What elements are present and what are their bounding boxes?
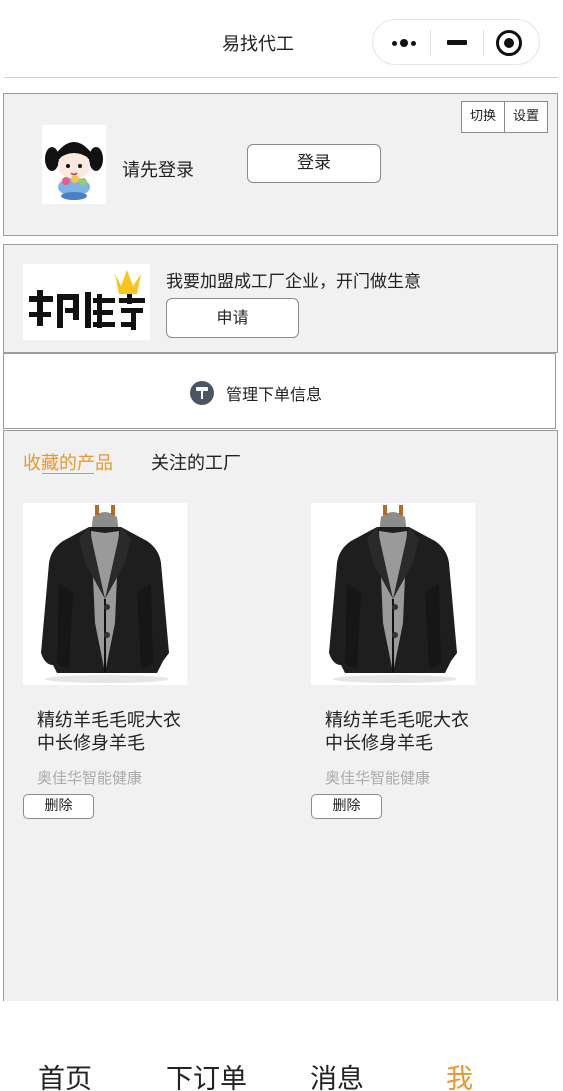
delete-button[interactable]: 删除 bbox=[23, 794, 94, 819]
login-button[interactable]: 登录 bbox=[247, 144, 381, 183]
special-recommend-image bbox=[23, 264, 150, 340]
settings-button[interactable]: 设置 bbox=[504, 102, 548, 132]
product-name[interactable]: 精纺羊毛毛呢大衣中长修身羊毛 bbox=[325, 709, 485, 755]
product-card[interactable]: 精纺羊毛毛呢大衣中长修身羊毛 奥佳华智能健康 删除 bbox=[311, 503, 511, 823]
join-factory-card: 我要加盟成工厂企业，开门做生意 申请 bbox=[3, 244, 558, 353]
target-close-icon[interactable] bbox=[496, 30, 522, 56]
coat-image bbox=[311, 503, 475, 685]
capsule-divider bbox=[483, 30, 484, 56]
apply-button[interactable]: 申请 bbox=[166, 298, 299, 338]
login-prompt: 请先登录 bbox=[122, 160, 194, 181]
crown-badge-icon bbox=[23, 264, 150, 340]
tab-followed-factories[interactable]: 关注的工厂 bbox=[151, 449, 241, 475]
tab-favorite-products[interactable]: 收藏的产品 bbox=[23, 449, 113, 475]
manage-order-info-entry[interactable]: 管理下单信息 bbox=[190, 380, 322, 406]
cartoon-girl-icon bbox=[42, 125, 106, 204]
product-card[interactable]: 精纺羊毛毛呢大衣中长修身羊毛 奥佳华智能健康 删除 bbox=[23, 503, 223, 823]
product-image[interactable] bbox=[23, 503, 187, 685]
tabbar-item-home[interactable]: 首页 bbox=[38, 1057, 92, 1091]
navbar-divider bbox=[4, 77, 558, 78]
avatar bbox=[42, 125, 106, 204]
pin-icon bbox=[190, 381, 214, 405]
switch-button[interactable]: 切换 bbox=[462, 102, 505, 132]
product-shop: 奥佳华智能健康 bbox=[325, 769, 431, 787]
tab-label: 关注的工厂 bbox=[151, 453, 241, 474]
tabbar-item-messages[interactable]: 消息 bbox=[310, 1057, 364, 1091]
more-dots-icon[interactable] bbox=[389, 32, 419, 54]
bottom-tabbar: 首页 下订单 消息 我 bbox=[0, 1001, 563, 1091]
top-navbar: 易找代工 bbox=[0, 0, 563, 79]
account-tools: 切换 设置 bbox=[461, 101, 549, 133]
manage-order-info-label: 管理下单信息 bbox=[226, 385, 323, 404]
join-factory-text: 我要加盟成工厂企业，开门做生意 bbox=[166, 272, 421, 292]
active-tab-underline bbox=[42, 473, 94, 474]
favorites-section: 收藏的产品 关注的工厂 精纺羊毛毛呢大衣中长修身羊毛 奥佳华智能健康 删除 精纺… bbox=[3, 430, 558, 1001]
coat-image bbox=[23, 503, 187, 685]
manage-order-info-row[interactable]: 管理下单信息 bbox=[3, 353, 556, 429]
tab-label: 收藏的产品 bbox=[23, 453, 113, 474]
product-shop: 奥佳华智能健康 bbox=[37, 769, 143, 787]
delete-button[interactable]: 删除 bbox=[311, 794, 382, 819]
mini-program-capsule bbox=[372, 19, 540, 65]
product-image[interactable] bbox=[311, 503, 475, 685]
capsule-divider bbox=[430, 30, 431, 56]
login-card: 请先登录 登录 切换 设置 bbox=[3, 93, 558, 236]
tabbar-item-order[interactable]: 下订单 bbox=[166, 1057, 247, 1091]
minimize-icon[interactable] bbox=[447, 40, 467, 45]
product-name[interactable]: 精纺羊毛毛呢大衣中长修身羊毛 bbox=[37, 709, 197, 755]
tabbar-item-me[interactable]: 我 bbox=[446, 1057, 473, 1091]
